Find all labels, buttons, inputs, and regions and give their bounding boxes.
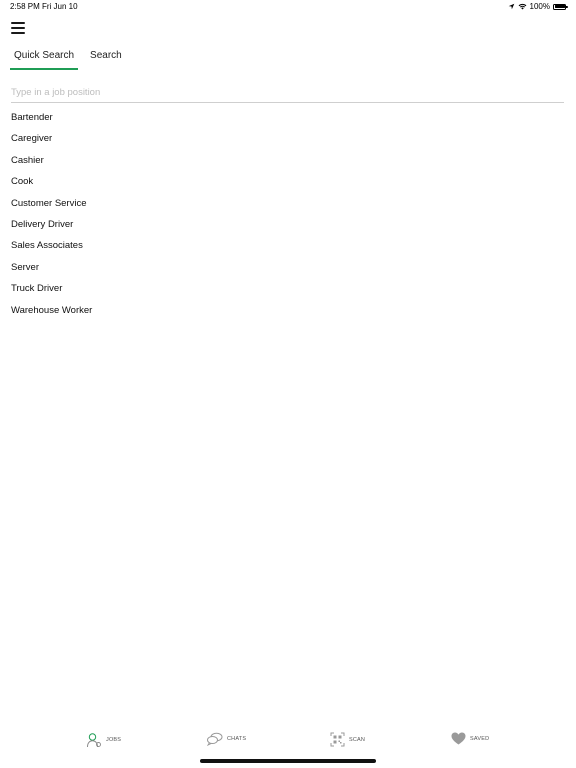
nav-saved[interactable]: SAVED <box>451 732 489 745</box>
tab-quick-search[interactable]: Quick Search <box>10 44 79 70</box>
bottom-nav: JOBS CHATS SCAN SAVED <box>0 724 576 768</box>
battery-percent: 100% <box>529 2 550 11</box>
job-list-item[interactable]: Bartender <box>11 107 566 128</box>
status-indicators: 100% <box>508 2 568 11</box>
job-list-item[interactable]: Caregiver <box>11 128 566 149</box>
nav-jobs[interactable]: JOBS <box>86 732 121 748</box>
nav-chats-label: CHATS <box>227 736 247 742</box>
job-list-item[interactable]: Cashier <box>11 150 566 171</box>
nav-jobs-label: JOBS <box>106 737 122 743</box>
heart-icon <box>451 732 466 745</box>
wifi-icon <box>518 3 526 10</box>
menu-line <box>11 22 25 24</box>
chats-icon <box>207 732 223 746</box>
search-tabs: Quick Search Search <box>10 44 126 70</box>
job-list-item[interactable]: Warehouse Worker <box>11 300 566 321</box>
job-list-item[interactable]: Delivery Driver <box>11 214 566 235</box>
job-list-item[interactable]: Customer Service <box>11 193 566 214</box>
menu-button[interactable] <box>11 21 27 34</box>
battery-icon <box>553 3 568 10</box>
job-list-item[interactable]: Server <box>11 257 566 278</box>
status-time: 2:58 PM <box>10 2 40 11</box>
job-position-search-input[interactable] <box>11 83 564 103</box>
job-list-item[interactable]: Sales Associates <box>11 235 566 256</box>
menu-line <box>11 32 25 34</box>
status-date: Fri Jun 10 <box>42 2 78 11</box>
nav-chats[interactable]: CHATS <box>207 732 246 746</box>
location-arrow-icon <box>508 3 514 10</box>
jobs-icon <box>87 733 101 748</box>
job-list-item[interactable]: Truck Driver <box>11 278 566 299</box>
menu-line <box>11 27 25 29</box>
job-list-item[interactable]: Cook <box>11 171 566 192</box>
nav-saved-label: SAVED <box>470 735 490 742</box>
scan-icon <box>330 732 345 747</box>
app-screen: 2:58 PM Fri Jun 10 100% Quick Search Sea… <box>0 0 576 768</box>
nav-scan-label: SCAN <box>349 736 366 743</box>
job-list: Bartender Caregiver Cashier Cook Custome… <box>11 107 566 321</box>
tab-search[interactable]: Search <box>86 44 126 70</box>
nav-scan[interactable]: SCAN <box>330 732 365 747</box>
status-bar: 2:58 PM Fri Jun 10 100% <box>0 0 576 14</box>
home-indicator[interactable] <box>200 759 376 763</box>
